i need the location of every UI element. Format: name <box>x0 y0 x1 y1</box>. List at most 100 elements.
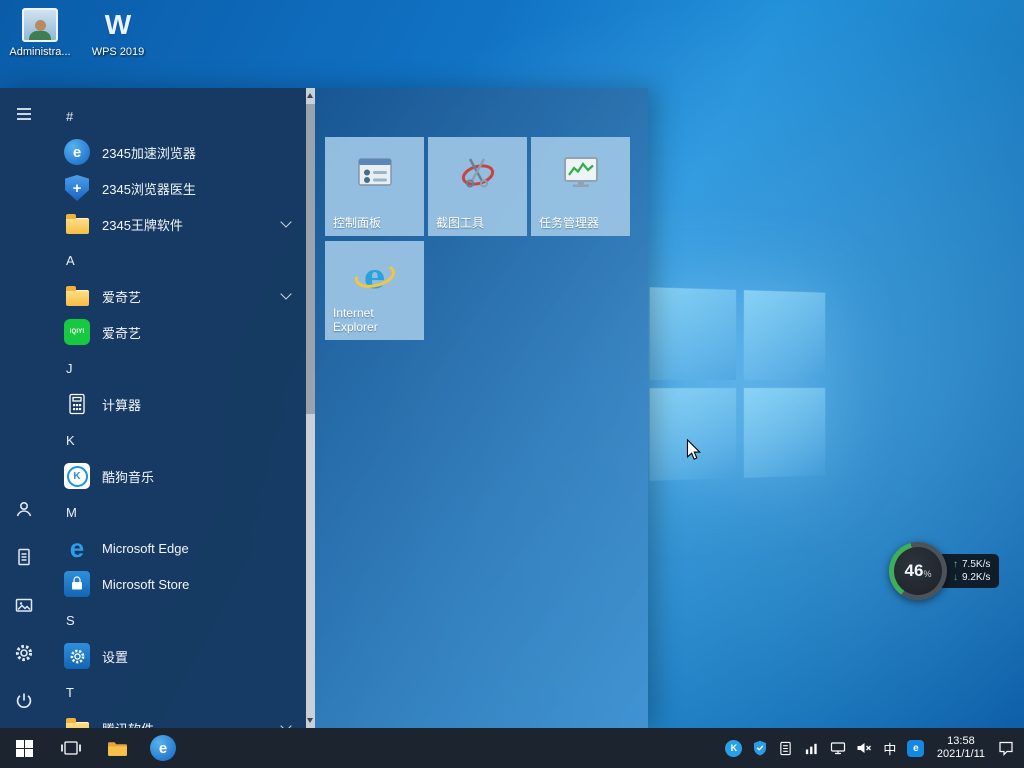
volume-tray-icon[interactable] <box>851 728 877 768</box>
section-letter[interactable]: M <box>48 494 306 530</box>
kugou-tray-icon[interactable] <box>721 728 747 768</box>
desktop-wallpaper: Administra... WPS 2019 <box>0 0 1024 768</box>
app-item-2345-doctor[interactable]: 2345浏览器医生 <box>48 170 306 206</box>
section-letter[interactable]: A <box>48 242 306 278</box>
folder-icon <box>64 715 90 728</box>
task-view-button[interactable] <box>48 728 94 768</box>
tile-label: 控制面板 <box>333 216 418 230</box>
file-explorer-icon <box>107 740 128 757</box>
app-item-settings[interactable]: 设置 <box>48 638 306 674</box>
scrollbar-up-arrow[interactable] <box>307 93 313 98</box>
iqiyi-icon <box>64 319 90 345</box>
pictures-icon <box>14 595 34 615</box>
edge-icon <box>64 535 90 561</box>
app-item-microsoft-store[interactable]: Microsoft Store <box>48 566 306 602</box>
edge-tray-icon[interactable] <box>903 728 929 768</box>
windows-logo-pane <box>744 290 825 380</box>
tile-snipping-tool[interactable]: 截图工具 <box>428 137 527 236</box>
folder-icon <box>64 211 90 237</box>
rail-documents-button[interactable] <box>7 540 41 574</box>
ime-indicator[interactable]: 中 <box>877 728 903 768</box>
app-item-2345-browser[interactable]: 2345加速浏览器 <box>48 134 306 170</box>
section-letter[interactable]: S <box>48 602 306 638</box>
section-letter[interactable]: T <box>48 674 306 710</box>
task-view-icon <box>61 740 81 756</box>
app-item-label: 设置 <box>102 647 128 666</box>
net-percent-gauge[interactable]: 46 % <box>889 542 947 600</box>
download-speed-row: ↓ 9.2K/s <box>953 571 990 584</box>
rail-pictures-button[interactable] <box>7 588 41 622</box>
desktop-icon-administrator[interactable]: Administra... <box>2 8 78 59</box>
rail-power-button[interactable] <box>7 684 41 718</box>
section-letter[interactable]: J <box>48 350 306 386</box>
net-percent-value: 46 <box>905 561 924 581</box>
app-item-2345-suite[interactable]: 2345王牌软件 <box>48 206 306 242</box>
action-center-button[interactable] <box>993 728 1019 768</box>
net-percent-unit: % <box>923 569 931 579</box>
app-item-label: Microsoft Store <box>102 577 189 592</box>
kugou-icon <box>64 463 90 489</box>
app-item-iqiyi-folder[interactable]: 爱奇艺 <box>48 278 306 314</box>
app-item-label: 2345加速浏览器 <box>102 143 196 162</box>
app-item-tencent[interactable]: 腾讯软件 <box>48 710 306 728</box>
taskbar-2345-browser-button[interactable] <box>140 728 186 768</box>
2345-browser-icon <box>64 139 90 165</box>
bar-chart-icon <box>804 741 819 756</box>
document-icon <box>779 741 792 756</box>
chart-tray-icon[interactable] <box>799 728 825 768</box>
internet-explorer-icon: e <box>351 255 399 304</box>
chevron-down-icon[interactable] <box>280 720 291 728</box>
app-item-label: 腾讯软件 <box>102 719 154 729</box>
desktop-icon-wps-2019[interactable]: WPS 2019 <box>80 8 156 59</box>
clock-time: 13:58 <box>937 735 985 748</box>
windows-logo-icon <box>16 740 33 757</box>
notepad-tray-icon[interactable] <box>773 728 799 768</box>
tile-label: 任务管理器 <box>539 216 624 230</box>
section-letter[interactable]: # <box>48 98 306 134</box>
2345-shield-icon <box>64 175 90 201</box>
user-folder-icon <box>22 8 58 42</box>
tile-task-manager[interactable]: 任务管理器 <box>531 137 630 236</box>
section-letter[interactable]: K <box>48 422 306 458</box>
upload-arrow-icon: ↑ <box>953 558 958 571</box>
windows-logo-wallpaper <box>650 287 826 481</box>
shield-icon <box>753 740 767 756</box>
app-item-calculator[interactable]: 计算器 <box>48 386 306 422</box>
tile-internet-explorer[interactable]: e Internet Explorer <box>325 241 424 340</box>
app-item-label: 爱奇艺 <box>102 323 141 342</box>
network-speed-widget[interactable]: 46 % ↑ 7.5K/s ↓ 9.2K/s <box>889 542 999 600</box>
app-item-iqiyi[interactable]: 爱奇艺 <box>48 314 306 350</box>
control-panel-icon <box>353 151 397 200</box>
app-item-label: 计算器 <box>102 395 141 414</box>
windows-logo-pane <box>744 388 825 478</box>
2345-browser-icon <box>150 735 176 761</box>
taskbar: 中 13:58 2021/1/11 <box>0 728 1024 768</box>
desktop-icon-label: WPS 2019 <box>80 46 156 59</box>
windows-logo-pane <box>650 388 736 481</box>
chevron-down-icon[interactable] <box>280 288 291 299</box>
app-item-kugou[interactable]: 酷狗音乐 <box>48 458 306 494</box>
snipping-tool-icon <box>456 151 500 200</box>
document-icon <box>14 547 34 567</box>
app-item-microsoft-edge[interactable]: Microsoft Edge <box>48 530 306 566</box>
rail-user-button[interactable] <box>7 492 41 526</box>
settings-gear-icon <box>64 643 90 669</box>
clock-date: 2021/1/11 <box>937 748 985 761</box>
tile-control-panel[interactable]: 控制面板 <box>325 137 424 236</box>
start-menu-app-list: # 2345加速浏览器 2345浏览器医生 2345王牌软件 A 爱奇艺 <box>48 88 306 728</box>
file-explorer-button[interactable] <box>94 728 140 768</box>
start-button[interactable] <box>0 728 48 768</box>
download-arrow-icon: ↓ <box>953 571 958 584</box>
chevron-down-icon[interactable] <box>280 216 291 227</box>
scrollbar-thumb[interactable] <box>306 104 315 414</box>
rail-settings-button[interactable] <box>7 636 41 670</box>
tile-label: Internet Explorer <box>333 306 418 334</box>
taskbar-clock[interactable]: 13:58 2021/1/11 <box>929 735 993 761</box>
scrollbar-down-arrow[interactable] <box>307 718 313 723</box>
blue-app-icon <box>907 740 924 757</box>
user-icon <box>14 499 34 519</box>
app-list-scrollbar[interactable] <box>306 88 315 728</box>
network-tray-icon[interactable] <box>825 728 851 768</box>
security-shield-tray-icon[interactable] <box>747 728 773 768</box>
rail-expand-button[interactable] <box>7 97 41 131</box>
